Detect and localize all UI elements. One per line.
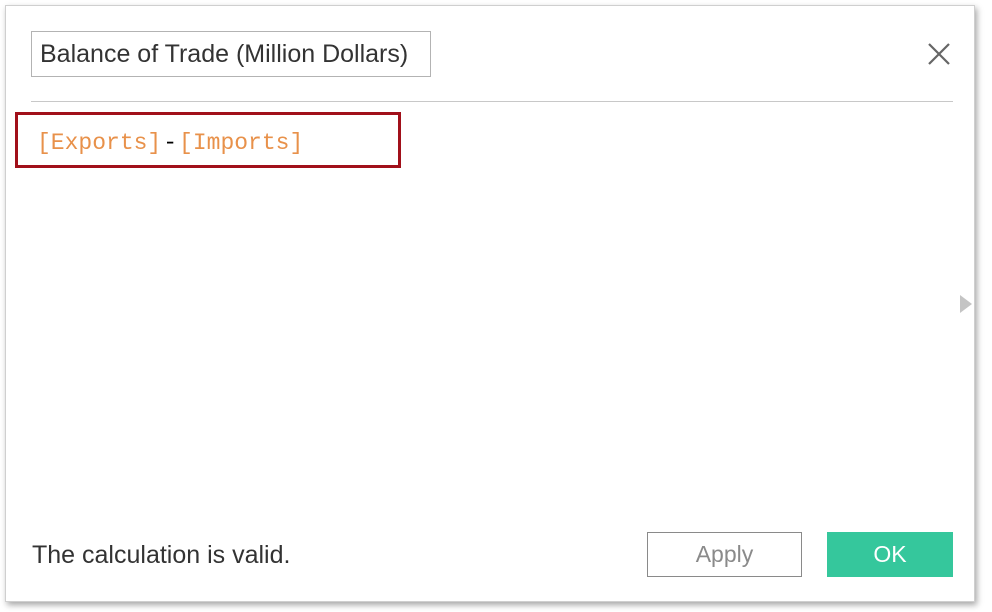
chevron-right-icon[interactable] [959, 294, 973, 314]
formula-field-exports: [Exports] [37, 130, 162, 156]
close-icon[interactable] [924, 39, 954, 69]
calculation-name-input[interactable] [31, 31, 431, 77]
formula-field-imports: [Imports] [179, 130, 304, 156]
formula-editor[interactable]: [Exports]-[Imports] [37, 130, 303, 156]
header-divider [31, 101, 953, 102]
formula-operator: - [163, 130, 178, 156]
ok-button[interactable]: OK [827, 532, 953, 577]
calculation-dialog: [Exports]-[Imports] The calculation is v… [5, 5, 975, 602]
validation-status: The calculation is valid. [32, 541, 291, 569]
apply-button[interactable]: Apply [647, 532, 802, 577]
